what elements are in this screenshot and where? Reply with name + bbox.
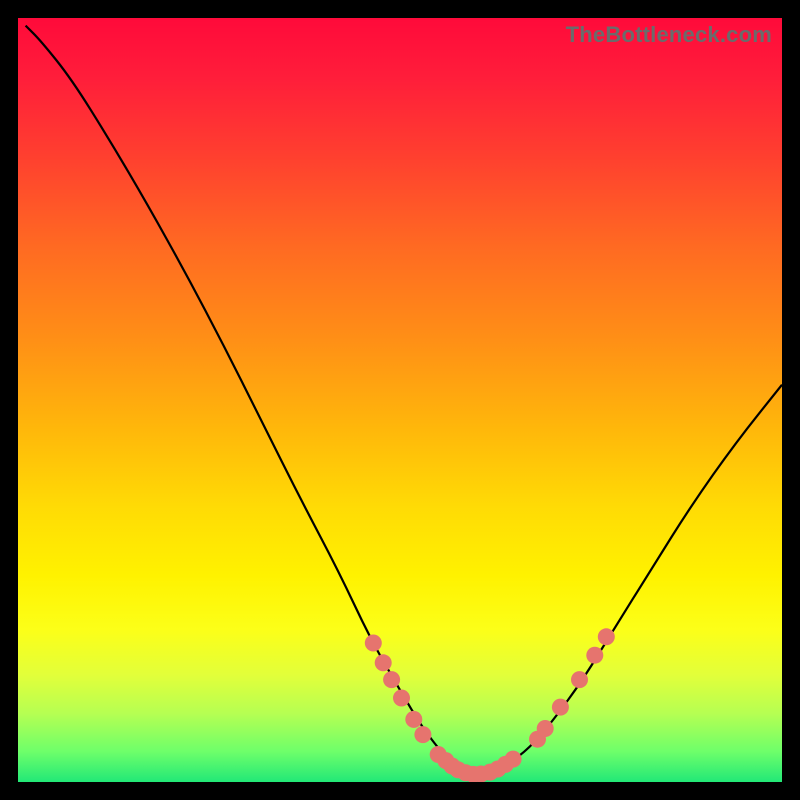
scatter-dot — [571, 671, 588, 688]
bottleneck-curve — [26, 26, 782, 774]
scatter-dot — [552, 699, 569, 716]
scatter-dot — [537, 720, 554, 737]
scatter-dot — [414, 726, 431, 743]
scatter-points — [365, 628, 615, 782]
scatter-dot — [393, 690, 410, 707]
scatter-dot — [365, 635, 382, 652]
scatter-dot — [375, 654, 392, 671]
scatter-dot — [405, 711, 422, 728]
scatter-dot — [586, 647, 603, 664]
chart-svg — [18, 18, 782, 782]
scatter-dot — [383, 671, 400, 688]
chart-frame: TheBottleneck.com — [0, 0, 800, 800]
plot-area: TheBottleneck.com — [18, 18, 782, 782]
scatter-dot — [598, 628, 615, 645]
scatter-dot — [505, 751, 522, 768]
